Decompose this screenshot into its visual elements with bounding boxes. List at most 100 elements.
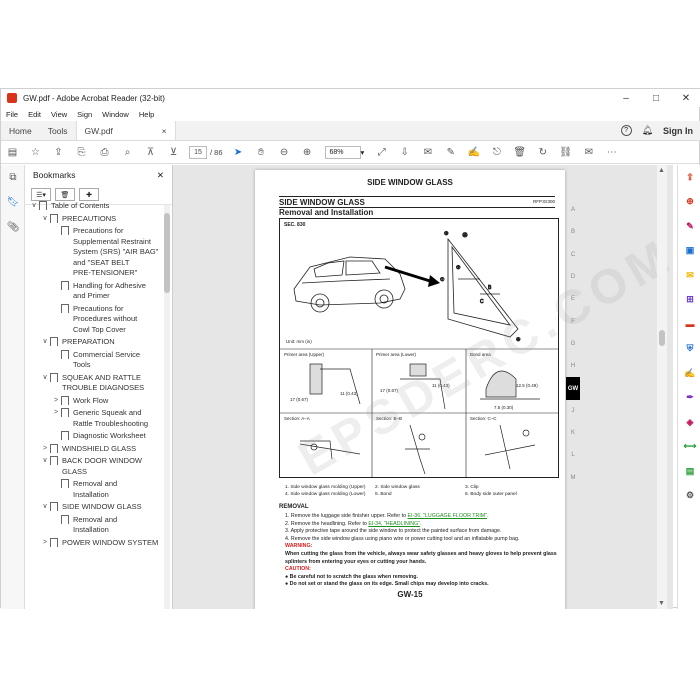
link-icon[interactable]: ⛓︎ bbox=[554, 142, 577, 164]
redact-icon[interactable]: ▬ bbox=[678, 312, 700, 337]
menu-help[interactable]: Help bbox=[134, 110, 159, 119]
bookmark-item[interactable]: > WINDSHIELD GLASS bbox=[25, 442, 162, 455]
zoom-input[interactable]: 68% bbox=[324, 146, 361, 159]
chevron-down-icon[interactable]: ∨ bbox=[40, 214, 50, 225]
tools-more-icon[interactable]: ⚙ bbox=[678, 484, 700, 509]
zoom-out-icon[interactable]: ⊖ bbox=[273, 142, 296, 164]
tab-close-icon[interactable]: × bbox=[162, 126, 167, 136]
chevron-down-icon[interactable]: ∨ bbox=[40, 337, 50, 348]
bookmarks-close-icon[interactable]: ✕ bbox=[157, 170, 164, 181]
bookmark-label: Precautions for Procedures without Cowl … bbox=[73, 303, 138, 334]
scroll-up-icon[interactable]: ▲ bbox=[658, 167, 665, 174]
bookmark-item[interactable]: Diagnostic Worksheet bbox=[25, 429, 162, 442]
bookmark-item[interactable]: ∨ SQUEAK AND RATTLE TROUBLE DIAGNOSES bbox=[25, 371, 162, 394]
bookmarks-panel-icon[interactable]: 🔖︎ bbox=[1, 190, 25, 215]
chevron-down-icon[interactable]: ∨ bbox=[40, 502, 50, 513]
bookmark-item[interactable]: Removal and Installation bbox=[25, 477, 162, 500]
attachments-icon[interactable]: 📎︎ bbox=[1, 215, 25, 240]
organize-icon[interactable]: ⊞ bbox=[678, 288, 700, 313]
select-cursor-icon[interactable]: ➤ bbox=[227, 142, 250, 164]
chevron-down-icon[interactable]: ∨ bbox=[40, 456, 50, 467]
tab-document[interactable]: GW.pdf × bbox=[75, 121, 176, 140]
edit-pdf-icon[interactable]: ✎ bbox=[678, 214, 700, 239]
menu-edit[interactable]: Edit bbox=[23, 110, 46, 119]
bookmark-item[interactable]: Handling for Adhesive and Primer bbox=[25, 279, 162, 302]
chevron-right-icon[interactable]: > bbox=[40, 444, 50, 455]
stamp-icon[interactable]: ⎋ bbox=[485, 142, 508, 164]
save-icon[interactable]: ▤ bbox=[1, 142, 24, 164]
page-number-input[interactable]: 15 bbox=[189, 146, 207, 159]
measure-icon[interactable]: ⟷ bbox=[678, 435, 700, 460]
bookmark-item[interactable]: Removal and Installation bbox=[25, 513, 162, 536]
legend-item: 1. Side window glass molding (Upper) bbox=[285, 485, 366, 490]
hand-icon[interactable]: ✋︎ bbox=[250, 142, 273, 164]
page-thumbnails-icon[interactable]: ⧉ bbox=[1, 165, 25, 190]
chevron-right-icon[interactable]: > bbox=[51, 396, 61, 407]
bookmark-item[interactable]: Precautions for Supplemental Restraint S… bbox=[25, 224, 162, 279]
delete-icon[interactable]: 🗑︎ bbox=[508, 142, 531, 164]
link-luggage-floor-trim[interactable]: EI-36, "LUGGAGE FLOOR TRIM" bbox=[408, 513, 488, 519]
print-icon[interactable]: ⎙ bbox=[93, 142, 116, 164]
tab-tools[interactable]: Tools bbox=[40, 121, 76, 140]
scroll-icon[interactable]: ⇩ bbox=[393, 142, 416, 164]
more-icon[interactable]: ⋯ bbox=[600, 142, 623, 164]
chevron-down-icon[interactable]: ∨ bbox=[29, 201, 39, 212]
bookmark-item[interactable]: Precautions for Procedures without Cowl … bbox=[25, 302, 162, 336]
search-icon[interactable]: ⌕ bbox=[116, 142, 139, 164]
close-window-button[interactable]: ✕ bbox=[671, 89, 700, 107]
help-icon[interactable]: ? bbox=[620, 125, 632, 136]
menu-file[interactable]: File bbox=[1, 110, 23, 119]
minimize-button[interactable]: – bbox=[611, 89, 641, 107]
bookmark-item[interactable]: ∨ BACK DOOR WINDOW GLASS bbox=[25, 454, 162, 477]
bookmark-item[interactable]: > Work Flow bbox=[25, 394, 162, 407]
export-pdf-icon[interactable]: ⇪ bbox=[678, 165, 700, 190]
sign-icon[interactable]: ✍ bbox=[462, 142, 485, 164]
link-headlining[interactable]: EI-34, "HEADLINING" bbox=[368, 521, 420, 527]
highlight-icon[interactable]: ✎ bbox=[439, 142, 462, 164]
sign-in-button[interactable]: Sign In bbox=[663, 126, 693, 136]
email-icon[interactable]: ✉ bbox=[577, 142, 600, 164]
section-bb-detail bbox=[405, 424, 430, 475]
upload-icon[interactable]: ⇪ bbox=[47, 142, 70, 164]
bookmark-item[interactable]: ∨ SIDE WINDOW GLASS bbox=[25, 500, 162, 513]
bookmark-item[interactable]: ∨ PRECAUTIONS bbox=[25, 212, 162, 225]
combine-icon[interactable]: ▣ bbox=[678, 239, 700, 264]
prev-page-icon[interactable]: ⊼ bbox=[139, 142, 162, 164]
chevron-down-icon[interactable]: ∨ bbox=[40, 373, 50, 384]
fit-icon[interactable]: ⤢ bbox=[370, 142, 393, 164]
menu-view[interactable]: View bbox=[46, 110, 72, 119]
bookmarks-scrollbar[interactable] bbox=[164, 205, 170, 609]
tab-home[interactable]: Home bbox=[1, 121, 40, 140]
certificates-icon[interactable]: ◈ bbox=[678, 410, 700, 435]
notifications-bell-icon[interactable]: 🔔︎ bbox=[642, 125, 653, 136]
share-icon[interactable]: ⎘ bbox=[70, 142, 93, 164]
page-header: SIDE WINDOW GLASS bbox=[367, 178, 453, 187]
scroll-thumb[interactable] bbox=[659, 330, 665, 346]
bookmark-item[interactable]: Commercial Service Tools bbox=[25, 348, 162, 371]
chevron-right-icon[interactable]: > bbox=[51, 408, 61, 419]
bookmark-item[interactable]: > Generic Squeak and Rattle Troubleshooti… bbox=[25, 406, 162, 429]
zoom-in-icon[interactable]: ⊕ bbox=[296, 142, 319, 164]
send-sign-icon[interactable]: ✒ bbox=[678, 386, 700, 411]
zoom-dropdown-icon[interactable]: ▾ bbox=[361, 148, 365, 157]
tab-bar: Home Tools GW.pdf × ? 🔔︎ Sign In bbox=[1, 121, 700, 141]
menu-sign[interactable]: Sign bbox=[72, 110, 97, 119]
bookmark-item[interactable]: > POWER WINDOW SYSTEM bbox=[25, 536, 162, 549]
document-scrollbar[interactable]: ▲ ▼ bbox=[657, 165, 667, 609]
maximize-button[interactable]: □ bbox=[641, 89, 671, 107]
menu-window[interactable]: Window bbox=[97, 110, 134, 119]
create-pdf-icon[interactable]: ⊕ bbox=[678, 190, 700, 215]
bookmark-item[interactable]: ∨ Table of Contents bbox=[25, 199, 162, 212]
bookmark-item[interactable]: ∨ PREPARATION bbox=[25, 335, 162, 348]
comment-tool-icon[interactable]: ✉ bbox=[678, 263, 700, 288]
print-production-icon[interactable]: ▤ bbox=[678, 459, 700, 484]
next-page-icon[interactable]: ⊻ bbox=[162, 142, 185, 164]
protect-icon[interactable]: ⛨ bbox=[678, 337, 700, 362]
chevron-right-icon[interactable]: > bbox=[40, 538, 50, 549]
scroll-down-icon[interactable]: ▼ bbox=[658, 600, 665, 607]
comment-icon[interactable]: ✉ bbox=[416, 142, 439, 164]
refresh-icon[interactable]: ↻ bbox=[531, 142, 554, 164]
fill-sign-icon[interactable]: ✍ bbox=[678, 361, 700, 386]
star-icon[interactable]: ☆ bbox=[24, 142, 47, 164]
document-viewer[interactable]: SIDE WINDOW GLASS SIDE WINDOW GLASS RFP:… bbox=[173, 165, 673, 609]
